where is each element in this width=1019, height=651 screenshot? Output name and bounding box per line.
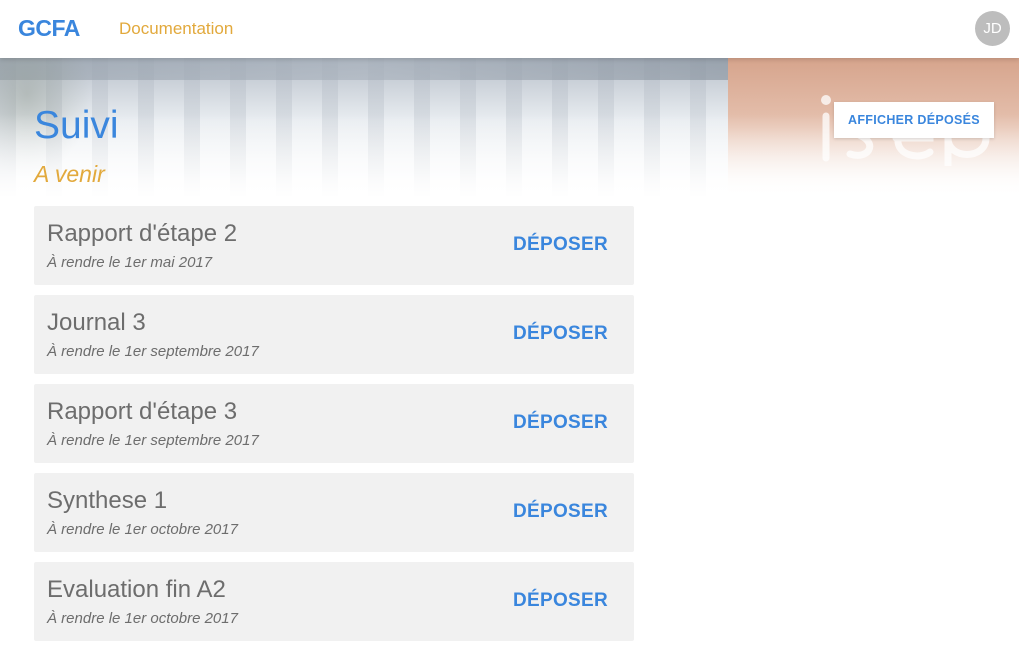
assignment-title: Rapport d'étape 3 bbox=[47, 398, 238, 425]
top-app-bar: GCFA Documentation JD bbox=[0, 0, 1019, 58]
assignment-card: Rapport d'étape 2 À rendre le 1er mai 20… bbox=[34, 206, 634, 285]
assignment-card: Evaluation fin A2 À rendre le 1er octobr… bbox=[34, 562, 634, 641]
assignment-title: Evaluation fin A2 bbox=[47, 576, 226, 603]
user-avatar[interactable]: JD bbox=[975, 11, 1010, 46]
deposit-button[interactable]: DÉPOSER bbox=[513, 412, 608, 434]
assignment-title: Synthese 1 bbox=[47, 487, 168, 514]
show-deposited-button[interactable]: AFFICHER DÉPOSÉS bbox=[834, 102, 994, 138]
deposit-button[interactable]: DÉPOSER bbox=[513, 590, 608, 612]
assignment-title: Rapport d'étape 2 bbox=[47, 220, 238, 247]
assignment-card: Rapport d'étape 3 À rendre le 1er septem… bbox=[34, 384, 634, 463]
assignment-due-date: À rendre le 1er mai 2017 bbox=[47, 254, 213, 271]
brand-logo[interactable]: GCFA bbox=[18, 15, 80, 42]
assignment-due-date: À rendre le 1er septembre 2017 bbox=[47, 343, 259, 360]
deposit-button[interactable]: DÉPOSER bbox=[513, 323, 608, 345]
assignment-list: Rapport d'étape 2 À rendre le 1er mai 20… bbox=[34, 206, 634, 651]
assignment-card: Synthese 1 À rendre le 1er octobre 2017 … bbox=[34, 473, 634, 552]
assignment-due-date: À rendre le 1er octobre 2017 bbox=[47, 610, 238, 627]
nav-link-documentation[interactable]: Documentation bbox=[119, 19, 233, 39]
deposit-button[interactable]: DÉPOSER bbox=[513, 501, 608, 523]
deposit-button[interactable]: DÉPOSER bbox=[513, 234, 608, 256]
assignment-due-date: À rendre le 1er octobre 2017 bbox=[47, 521, 238, 538]
assignment-card: Journal 3 À rendre le 1er septembre 2017… bbox=[34, 295, 634, 374]
assignment-due-date: À rendre le 1er septembre 2017 bbox=[47, 432, 259, 449]
section-title-upcoming: A venir bbox=[34, 161, 105, 187]
page-title: Suivi bbox=[34, 104, 119, 147]
assignment-title: Journal 3 bbox=[47, 309, 146, 336]
